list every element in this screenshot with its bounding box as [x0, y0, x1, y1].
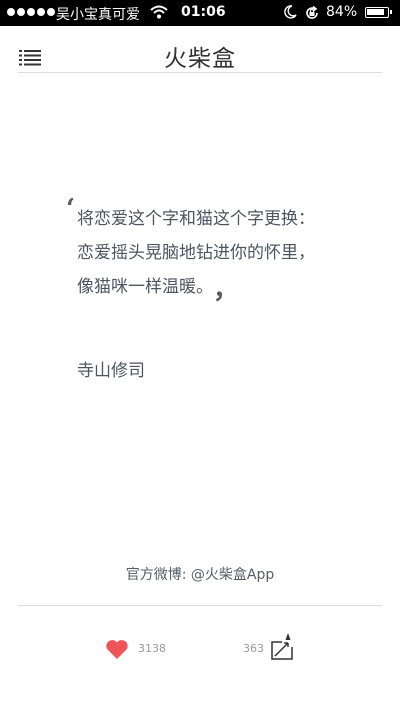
battery-icon	[365, 7, 392, 18]
quote-author: 寺山修司	[77, 361, 145, 381]
share-button[interactable]	[270, 632, 294, 664]
nav-bar: 火柴盒	[0, 26, 400, 72]
status-time: 01:06	[181, 4, 226, 20]
like-button[interactable]	[105, 639, 129, 664]
quote-line: 将恋爱这个字和猫这个字更换：	[77, 209, 315, 229]
quote-block: ‘ 将恋爱这个字和猫这个字更换： 恋爱摇头晃脑地钻进你的怀里， 像猫咪一样温暖。…	[66, 194, 377, 305]
weibo-link[interactable]: 官方微博: @火柴盒App	[0, 564, 400, 584]
share-count: 363	[243, 642, 264, 655]
signal-strength-icon	[7, 8, 55, 16]
carrier-name: 吴小宝真可爱	[56, 7, 140, 23]
wifi-icon	[150, 5, 168, 23]
header-divider	[18, 72, 382, 73]
status-bar: 吴小宝真可爱 01:06 84%	[0, 0, 400, 26]
open-quote-mark: ‘	[66, 194, 76, 224]
footer-divider	[18, 605, 382, 606]
battery-percentage: 84%	[326, 4, 358, 20]
like-count: 3138	[138, 642, 166, 655]
do-not-disturb-moon-icon	[283, 5, 297, 23]
heart-icon	[106, 640, 128, 659]
app-title: 火柴盒	[164, 46, 236, 72]
quote-line: 恋爱摇头晃脑地钻进你的怀里，	[77, 243, 315, 263]
quote-line-text: 像猫咪一样温暖。	[77, 277, 213, 297]
share-icon	[271, 633, 293, 660]
rotation-lock-icon	[304, 5, 320, 25]
quote-line-last: 像猫咪一样温暖。，	[77, 275, 240, 305]
